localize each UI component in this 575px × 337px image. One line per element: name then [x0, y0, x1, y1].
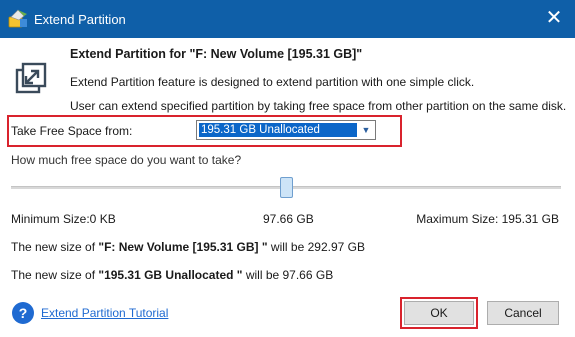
- new-size-target-suffix: will be 292.97 GB: [267, 240, 365, 254]
- dropdown-selected-value: 195.31 GB Unallocated: [199, 123, 357, 137]
- new-size-target-prefix: The new size of: [11, 240, 99, 254]
- cancel-button[interactable]: Cancel: [487, 301, 559, 325]
- tutorial-link[interactable]: Extend Partition Tutorial: [41, 306, 168, 320]
- new-size-source: The new size of "195.31 GB Unallocated "…: [11, 268, 333, 282]
- dialog-heading: Extend Partition for "F: New Volume [195…: [70, 47, 363, 61]
- partition-wizard-icon: [7, 8, 29, 30]
- chevron-down-icon[interactable]: ▼: [358, 122, 374, 138]
- maximum-size-label: Maximum Size: 195.31 GB: [416, 212, 559, 226]
- new-size-source-suffix: will be 97.66 GB: [242, 268, 334, 282]
- new-size-source-name: "195.31 GB Unallocated ": [98, 268, 243, 282]
- extend-partition-icon: [14, 61, 48, 95]
- close-icon[interactable]: ✕: [543, 7, 565, 29]
- dialog-description-2: User can extend specified partition by t…: [70, 99, 567, 113]
- new-size-target: The new size of "F: New Volume [195.31 G…: [11, 240, 365, 254]
- take-free-space-label: Take Free Space from:: [11, 124, 133, 138]
- ok-button[interactable]: OK: [404, 301, 474, 325]
- new-size-source-prefix: The new size of: [11, 268, 99, 282]
- title-bar: Extend Partition ✕: [0, 0, 575, 38]
- help-icon[interactable]: ?: [12, 302, 34, 324]
- take-free-space-dropdown[interactable]: 195.31 GB Unallocated ▼: [196, 120, 376, 140]
- selected-size-label: 97.66 GB: [263, 212, 314, 226]
- window-title: Extend Partition: [34, 12, 126, 27]
- dialog-description-1: Extend Partition feature is designed to …: [70, 75, 475, 89]
- minimum-size-label: Minimum Size:0 KB: [11, 212, 116, 226]
- size-slider-thumb[interactable]: [280, 177, 293, 198]
- free-space-question: How much free space do you want to take?: [11, 153, 242, 167]
- new-size-target-name: "F: New Volume [195.31 GB] ": [98, 240, 268, 254]
